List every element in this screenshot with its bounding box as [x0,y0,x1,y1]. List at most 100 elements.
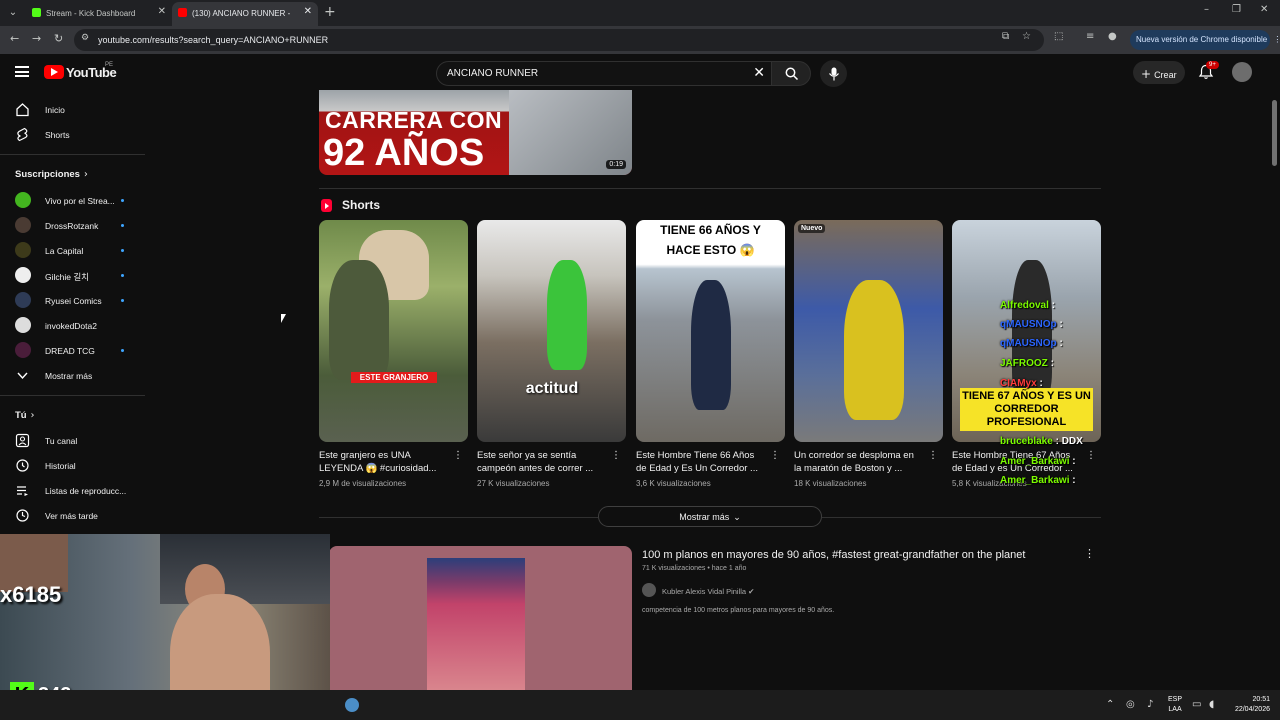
chevron-down-icon: ⌄ [733,513,741,523]
short-card[interactable]: TIENE 66 AÑOS Y HACE ESTO 😱 Este Hombre … [636,220,785,488]
new-tab-icon[interactable]: + [324,4,336,20]
more-actions-icon[interactable]: ⋮ [928,450,938,461]
more-actions-icon[interactable]: ⋮ [1086,450,1096,461]
forward-icon[interactable]: → [32,32,41,45]
short-title[interactable]: Un corredor se desploma en la maratón de… [794,449,922,475]
channel-avatar [15,242,31,258]
show-hidden-icons-icon[interactable]: ⌃ [1106,699,1114,710]
tray-app-icon[interactable]: ◎ [1126,699,1135,710]
create-button[interactable]: + Crear [1133,61,1185,84]
tab-search-icon[interactable]: ⌄ [4,4,22,22]
sidebar-item-historial[interactable]: Historial [0,454,145,478]
short-caption: TIENE 67 AÑOS Y ES UN CORREDOR PROFESION… [960,388,1093,431]
youtube-favicon-icon [178,8,187,17]
language-indicator[interactable]: ESP LAA [1168,695,1182,715]
video-thumbnail[interactable]: CARRERA CON 92 AÑOS 0:19 [319,90,632,175]
site-info-icon[interactable]: ⚙ [81,33,89,43]
subscriptions-heading[interactable]: Suscripciones › [15,169,88,180]
short-title[interactable]: Este granjero es UNA LEYENDA 😱 #curiosid… [319,449,447,475]
chat-message: Amer_Barkawi : [1000,475,1076,486]
reload-icon[interactable]: ↻ [54,32,63,45]
back-icon[interactable]: ← [10,32,19,45]
maximize-icon[interactable]: ❐ [1232,4,1241,15]
close-window-icon[interactable]: ✕ [1260,4,1268,15]
close-tab-icon[interactable]: ✕ [304,6,312,17]
short-card[interactable]: actitud Este señor ya se sentía campeón … [477,220,626,488]
extensions-icon[interactable]: ⬚ [1054,31,1063,42]
short-thumbnail[interactable]: TIENE 66 AÑOS Y HACE ESTO 😱 [636,220,785,442]
tab-kick-dashboard[interactable]: Stream - Kick Dashboard ✕ [26,2,172,26]
video-title[interactable]: 100 m planos en mayores de 90 años, #fas… [642,549,1025,561]
show-more-shorts-button[interactable]: Mostrar más ⌄ [598,506,822,527]
short-thumbnail[interactable]: actitud [477,220,626,442]
sidebar-show-more[interactable]: Mostrar más [0,364,145,388]
sidebar-item-subscription[interactable]: DrossRotzank [0,214,145,238]
sidebar-item-inicio[interactable]: Inicio [0,98,145,122]
sidebar-item-shorts[interactable]: Shorts [0,123,145,147]
short-title[interactable]: Este señor ya se sentía campeón antes de… [477,449,605,475]
channel-avatar [15,342,31,358]
more-actions-icon[interactable]: ⋮ [453,450,463,461]
short-card[interactable]: Nuevo Un corredor se desploma en la mara… [794,220,943,488]
address-bar[interactable]: ⚙ youtube.com/results?search_query=ANCIA… [74,29,1044,51]
sidebar-item-ver-mas-tarde[interactable]: Ver más tarde [0,504,145,528]
scrollbar[interactable] [1270,90,1278,690]
short-card[interactable]: ESTE GRANJERO Este granjero es UNA LEYEN… [319,220,468,488]
channel-avatar[interactable] [642,583,656,597]
short-thumbnail[interactable]: ESTE GRANJERO [319,220,468,442]
sidebar-item-tu-canal[interactable]: Tu canal [0,429,145,453]
new-content-dot [121,224,124,227]
sidebar-item-subscription[interactable]: DREAD TCG [0,339,145,363]
account-avatar[interactable] [1232,62,1252,82]
network-icon[interactable]: ▭ [1192,699,1201,710]
more-actions-icon[interactable]: ⋮ [770,450,780,461]
region-code: PE [105,62,114,68]
profile-icon[interactable]: ● [1108,31,1117,42]
volume-icon[interactable]: ◖ [1209,699,1214,710]
hamburger-menu-icon[interactable] [15,66,29,77]
media-icon[interactable]: ≡ [1086,31,1094,42]
short-thumbnail[interactable]: TIENE 67 AÑOS Y ES UN CORREDOR PROFESION… [952,220,1101,442]
sidebar-item-subscription[interactable]: invokedDota2 [0,314,145,338]
bookmark-star-icon[interactable]: ☆ [1022,31,1031,42]
sidebar-item-playlists[interactable]: Listas de reproducc... [0,479,145,503]
short-thumbnail[interactable]: Nuevo [794,220,943,442]
short-card[interactable]: TIENE 67 AÑOS Y ES UN CORREDOR PROFESION… [952,220,1101,488]
youtube-logo-icon[interactable] [44,65,64,79]
clear-search-icon[interactable]: ✕ [753,65,765,81]
section-divider [319,517,598,518]
tab-youtube-search[interactable]: (130) ANCIANO RUNNER - You ✕ [172,2,318,26]
channel-avatar [15,317,31,333]
chat-message: Amer_Barkawi : [1000,456,1076,467]
new-content-dot [121,274,124,277]
chevron-right-icon: › [30,410,35,421]
video-thumbnail[interactable] [329,546,632,690]
scrollbar-thumb[interactable] [1272,100,1277,166]
taskbar: ⌃ ◎ ♪ ESP LAA ▭ ◖ 20:51 22/04/2026 [0,690,1280,720]
steam-icon[interactable] [345,698,359,712]
home-icon [16,103,29,117]
runner-figure [547,260,587,370]
channel-icon [15,433,30,448]
search-input[interactable]: ANCIANO RUNNER ✕ [436,61,772,86]
sidebar-item-subscription[interactable]: Vivo por el Strea... [0,189,145,213]
voice-search-button[interactable] [820,60,847,87]
close-tab-icon[interactable]: ✕ [158,6,166,17]
microphone-tray-icon[interactable]: ♪ [1147,699,1153,710]
more-actions-icon[interactable]: ⋮ [611,450,621,461]
chrome-update-button[interactable]: Nueva versión de Chrome disponible ⋮ [1130,30,1280,50]
channel-avatar [15,267,31,283]
sidebar-item-subscription[interactable]: La Capital [0,239,145,263]
system-clock[interactable]: 20:51 22/04/2026 [1228,695,1270,715]
short-title[interactable]: Este Hombre Tiene 66 Años de Edad y Es U… [636,449,764,475]
sidebar-item-subscription[interactable]: Ryusei Comics [0,289,145,313]
mouse-cursor-icon [281,314,286,323]
channel-name[interactable]: Kubler Alexis Vidal Pinilla ✔ [662,587,754,596]
you-heading[interactable]: Tú › [15,410,34,421]
minimize-icon[interactable]: – [1204,4,1209,15]
video-description: competencia de 100 metros planos para ma… [642,607,835,614]
more-actions-icon[interactable]: ⋮ [1084,547,1095,560]
search-button[interactable] [771,61,811,86]
sidebar-item-subscription[interactable]: Gilchie 길치 [0,264,145,288]
install-icon[interactable]: ⧉ [1002,31,1009,42]
